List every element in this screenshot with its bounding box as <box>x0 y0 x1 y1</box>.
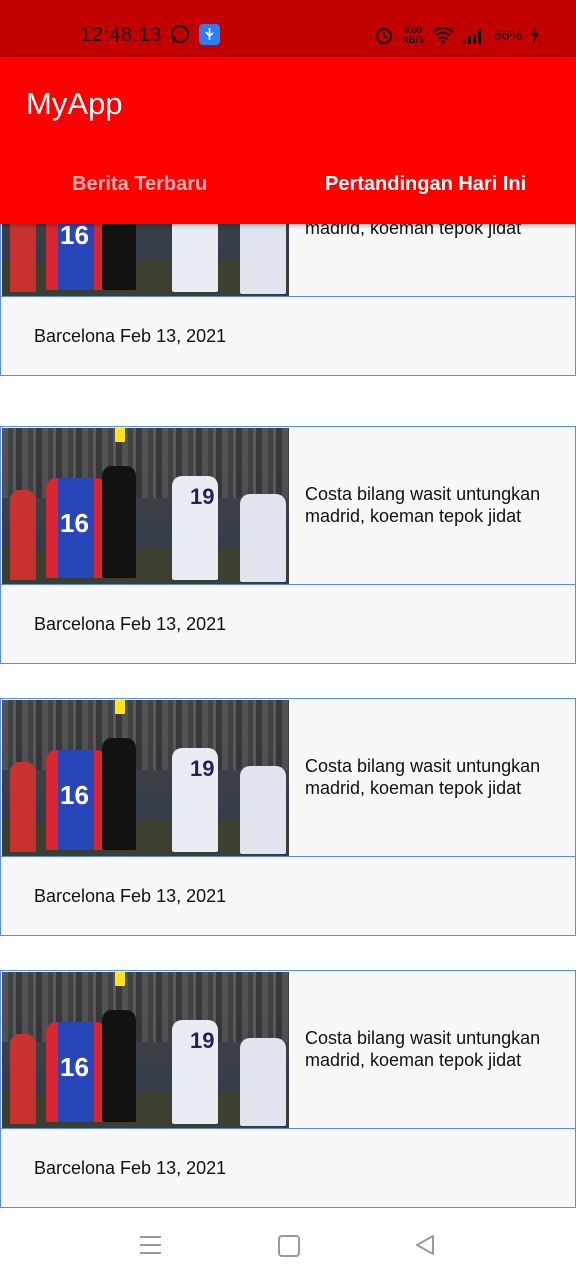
news-card-header[interactable]: 16 19 Costa bilang wasit untungkan madri… <box>0 698 576 858</box>
home-button[interactable] <box>278 1235 300 1257</box>
news-thumbnail[interactable]: 16 19 <box>2 428 289 584</box>
news-meta: Barcelona Feb 13, 2021 <box>34 1158 227 1178</box>
usb-icon <box>199 24 220 45</box>
charging-icon <box>531 26 539 44</box>
news-card-header[interactable]: 16 19 Costa bilang wasit untungkan madri… <box>0 224 576 298</box>
news-card-footer[interactable]: Barcelona Feb 13, 2021 <box>0 1128 576 1208</box>
menu-line-icon <box>140 1236 161 1238</box>
news-title[interactable]: Costa bilang wasit untungkan madrid, koe… <box>305 755 567 799</box>
news-card-header[interactable]: 16 19 Costa bilang wasit untungkan madri… <box>0 970 576 1130</box>
tab-berita-terbaru[interactable]: Berita Terbaru <box>72 173 207 196</box>
jersey-number-left: 16 <box>60 508 89 538</box>
news-title[interactable]: Costa bilang wasit untungkan madrid, koe… <box>305 224 567 239</box>
news-thumbnail[interactable]: 16 19 <box>2 700 289 856</box>
news-meta: Barcelona Feb 13, 2021 <box>34 614 227 634</box>
news-meta: Barcelona Feb 13, 2021 <box>34 326 227 346</box>
menu-line-icon <box>140 1244 161 1246</box>
jersey-number-right: 19 <box>190 484 215 509</box>
alarm-icon <box>376 28 393 44</box>
status-bar: 12:48:13 0.00 KB/S 66% <box>0 0 576 57</box>
wifi-icon <box>432 27 454 44</box>
tab-pertandingan-hari-ini[interactable]: Pertandingan Hari Ini <box>325 173 526 196</box>
news-thumbnail[interactable]: 16 19 <box>2 224 289 296</box>
news-card-footer[interactable]: Barcelona Feb 13, 2021 <box>0 296 576 376</box>
jersey-number-left: 16 <box>60 224 89 250</box>
recent-apps-button[interactable] <box>140 1236 161 1254</box>
news-title[interactable]: Costa bilang wasit untungkan madrid, koe… <box>305 483 567 527</box>
jersey-number-right: 19 <box>190 1028 215 1053</box>
menu-line-icon <box>140 1252 161 1254</box>
jersey-number-right: 19 <box>190 756 215 781</box>
news-meta: Barcelona Feb 13, 2021 <box>34 886 227 906</box>
jersey-number-left: 16 <box>60 780 89 810</box>
news-card-header[interactable]: 16 19 Costa bilang wasit untungkan madri… <box>0 426 576 586</box>
app-bar: MyApp Berita Terbaru Pertandingan Hari I… <box>0 57 576 224</box>
news-card-footer[interactable]: Barcelona Feb 13, 2021 <box>0 856 576 936</box>
net-speed: 0.00 KB/S <box>402 25 424 45</box>
jersey-number-left: 16 <box>60 1052 89 1082</box>
app-title: MyApp <box>26 86 123 121</box>
news-thumbnail[interactable]: 16 19 <box>2 972 289 1128</box>
back-button[interactable] <box>414 1234 436 1256</box>
whatsapp-icon <box>171 25 189 43</box>
system-nav-bar <box>0 1210 576 1280</box>
news-card-footer[interactable]: Barcelona Feb 13, 2021 <box>0 584 576 664</box>
signal-icon <box>462 29 481 44</box>
news-list[interactable]: 16 19 Costa bilang wasit untungkan madri… <box>0 224 576 1210</box>
net-speed-value: 0.00 <box>404 25 422 35</box>
news-title[interactable]: Costa bilang wasit untungkan madrid, koe… <box>305 1027 567 1071</box>
battery-level: 66% <box>493 27 522 43</box>
status-time: 12:48:13 <box>80 24 162 46</box>
net-speed-unit: KB/S <box>402 35 424 45</box>
